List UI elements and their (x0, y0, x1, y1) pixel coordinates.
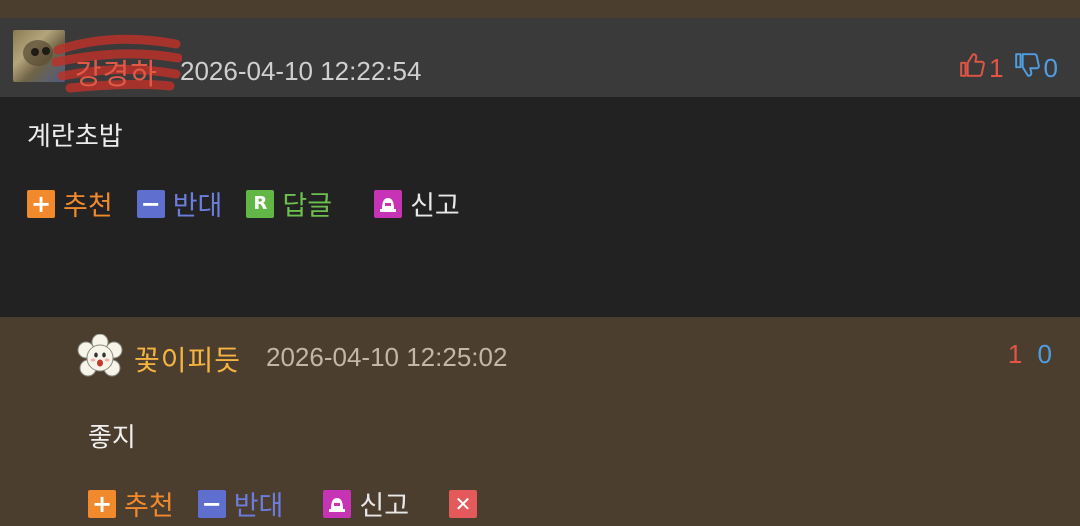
oppose-button[interactable]: − 반대 (197, 484, 284, 523)
top-strip (0, 0, 1080, 18)
oppose-label: 반대 (172, 191, 223, 222)
comment-actions: + 추천 − 반대 R 답글 신고 (27, 184, 484, 223)
downvote-count: 0 (1043, 53, 1058, 83)
report-label: 신고 (410, 191, 460, 222)
recommend-label: 추천 (63, 191, 113, 222)
upvote-count: 1 (989, 53, 1004, 83)
plus-icon: + (88, 489, 116, 518)
report-button[interactable]: 신고 (374, 184, 460, 223)
upvote-count: 1 (1007, 339, 1023, 369)
author-name[interactable]: 강경하 (75, 51, 158, 93)
close-icon: ✕ (449, 489, 478, 518)
vote-counter: 1 0 (1008, 339, 1052, 370)
comment-text: 좋지 (88, 423, 136, 453)
plus-icon: + (27, 189, 55, 218)
thumbs-up-icon[interactable] (959, 52, 985, 85)
recommend-label: 추천 (124, 491, 174, 522)
oppose-button[interactable]: − 반대 (136, 184, 223, 223)
main-comment-header: 강경하 2026-04-10 12:22:54 1 0 (0, 18, 1080, 97)
recommend-button[interactable]: + 추천 (88, 484, 174, 523)
avatar[interactable] (76, 333, 124, 382)
downvote-count: 0 (1037, 339, 1052, 369)
reply-icon: R (246, 189, 275, 218)
report-button[interactable]: 신고 (323, 484, 409, 523)
thumbs-down-icon[interactable] (1014, 52, 1040, 85)
main-comment-content: 계란초밥 + 추천 − 반대 R 답글 신고 (0, 97, 1080, 317)
minus-icon: − (197, 489, 226, 518)
author-name[interactable]: 꽃이피듯 (134, 339, 241, 379)
report-label: 신고 (359, 491, 410, 522)
flower-icon (77, 333, 123, 377)
oppose-label: 반대 (233, 491, 284, 522)
reply-label: 답글 (282, 191, 333, 222)
delete-button[interactable]: ✕ (449, 489, 485, 518)
siren-icon (323, 489, 352, 518)
avatar[interactable] (13, 30, 65, 82)
vote-counter: 1 0 (959, 52, 1058, 85)
recommend-button[interactable]: + 추천 (27, 184, 113, 223)
siren-icon (374, 189, 403, 218)
main-comment: 강경하 2026-04-10 12:22:54 1 0 계란초밥 + 추천 − … (0, 18, 1080, 317)
reply-button[interactable]: R 답글 (246, 184, 332, 223)
minus-icon: − (136, 189, 165, 218)
reply-comment: 꽃이피듯 2026-04-10 12:25:02 1 0 좋지 + 추천 − 반… (0, 317, 1080, 526)
comment-actions: + 추천 − 반대 신고 ✕ (88, 484, 509, 523)
timestamp: 2026-04-10 12:22:54 (180, 56, 422, 86)
timestamp: 2026-04-10 12:25:02 (266, 342, 508, 372)
comment-text: 계란초밥 (27, 122, 123, 152)
